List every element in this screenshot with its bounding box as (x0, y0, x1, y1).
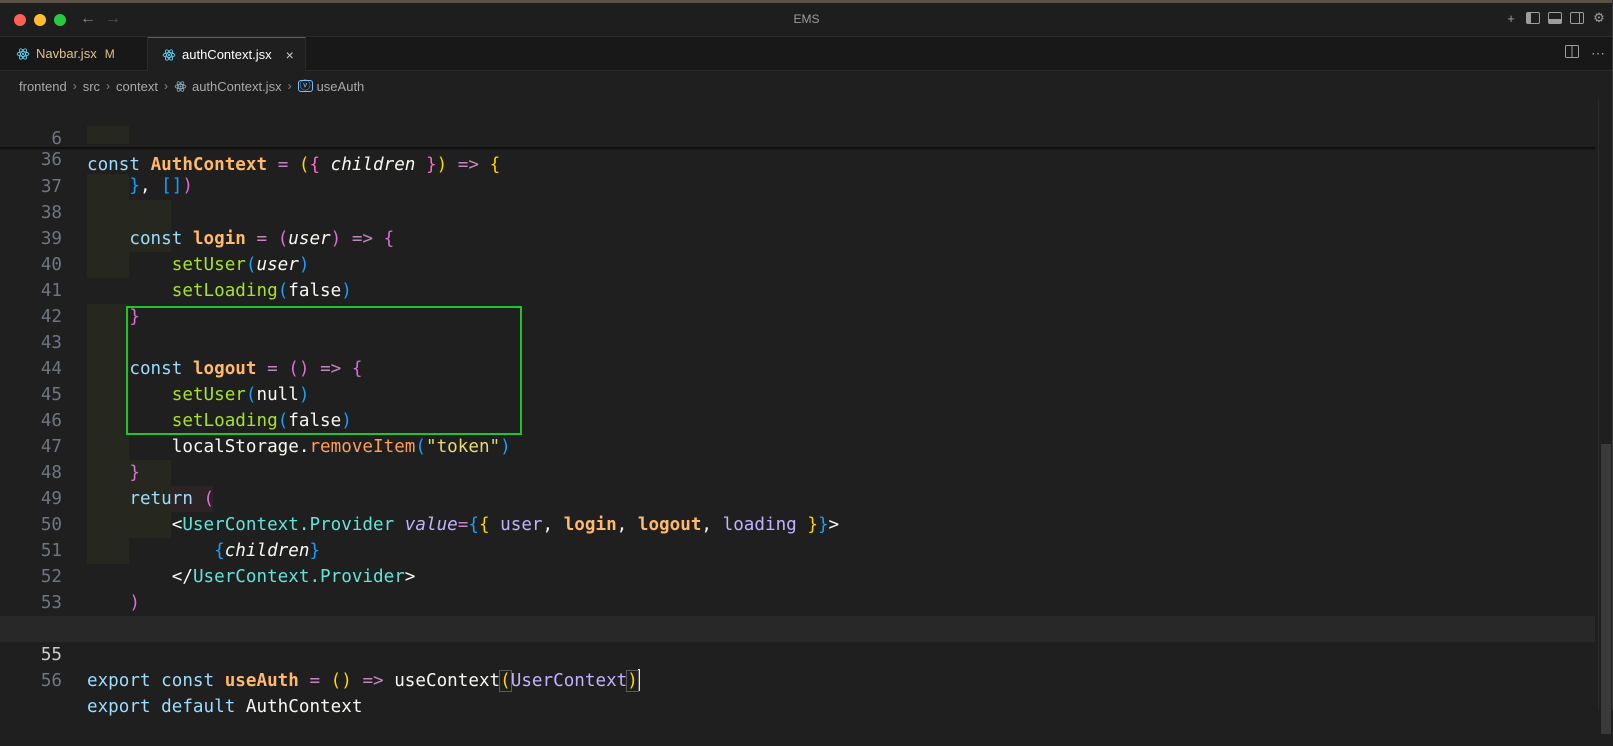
code-line: 48 return ( (0, 434, 1595, 509)
token: AuthContext (245, 697, 363, 717)
code-line: 50 {children} (0, 486, 1595, 561)
code-line-current: 55 export const useAuth = () => useConte… (0, 616, 1595, 692)
token: export (87, 697, 151, 717)
breadcrumb-item-src[interactable]: src (83, 79, 100, 94)
code-line: 53 } (0, 564, 1595, 639)
title-bar-actions: + ⚙ (1503, 10, 1607, 26)
code-line: 37 (0, 148, 1595, 197)
react-icon (162, 48, 176, 61)
tab-authcontext-jsx[interactable]: authContext.jsx × (148, 37, 306, 71)
breadcrumb-item-file[interactable]: authContext.jsx (192, 79, 282, 94)
highlight-annotation-box (126, 306, 522, 435)
token: useContext (394, 671, 501, 691)
gear-icon[interactable]: ⚙ (1591, 10, 1607, 26)
text-cursor (637, 668, 640, 691)
split-editor-icon[interactable] (1565, 45, 1579, 62)
vertical-scrollbar[interactable] (1598, 99, 1613, 734)
react-icon (174, 80, 187, 92)
tab-navbar-jsx[interactable]: Navbar.jsx M (0, 37, 148, 70)
chevron-right-icon: › (163, 79, 168, 93)
code-line: 56 export default AuthContext (0, 642, 1595, 717)
token: useAuth (224, 671, 299, 691)
token: UserContext (510, 671, 628, 691)
close-icon[interactable]: × (286, 47, 294, 63)
code-line: 42 (0, 278, 1595, 327)
editor-actions: ⋯ (1565, 45, 1605, 62)
breadcrumb-item-frontend[interactable]: frontend (19, 79, 67, 94)
code-line: 38 const login = (user) => { (0, 174, 1595, 249)
chevron-right-icon: › (106, 79, 111, 93)
toggle-secondary-sidebar-icon[interactable] (1569, 10, 1585, 26)
toggle-panel-icon[interactable] (1547, 10, 1563, 26)
toggle-primary-sidebar-icon[interactable] (1525, 10, 1541, 26)
code-line: 36 }, []) (0, 121, 1595, 196)
title-bar: ← → EMS + ⚙ (0, 3, 1613, 37)
chevron-right-icon: › (72, 79, 77, 93)
token: export (87, 671, 151, 691)
symbol-variable-icon: ⓥ (297, 80, 313, 92)
code-line: 49 <UserContext.Provider value={{ user, … (0, 460, 1595, 535)
more-actions-icon[interactable]: ⋯ (1591, 45, 1605, 62)
token: const (161, 671, 215, 691)
editor-tab-bar: Navbar.jsx M authContext.jsx × ⋯ (0, 37, 1613, 71)
code-editor[interactable]: 6 const AuthContext = ({ children }) => … (0, 99, 1613, 717)
react-icon (16, 47, 30, 60)
tab-label: authContext.jsx (182, 47, 272, 62)
chevron-right-icon: › (287, 79, 292, 93)
breadcrumb-item-symbol[interactable]: useAuth (317, 79, 365, 94)
window-title: EMS (793, 12, 820, 26)
code-line: 41 } (0, 252, 1595, 327)
modified-badge: M (104, 46, 115, 61)
code-line: 51 </UserContext.Provider> (0, 512, 1595, 587)
scrollbar-thumb[interactable] (1601, 444, 1611, 734)
code-line: 40 setLoading(false) (0, 226, 1595, 301)
line-number: 56 (40, 671, 62, 691)
code-line: 52 ) (0, 538, 1595, 613)
breadcrumb: frontend › src › context › authContext.j… (19, 76, 364, 96)
tab-label: Navbar.jsx (36, 46, 97, 61)
plus-icon[interactable]: + (1503, 10, 1519, 26)
breadcrumb-item-context[interactable]: context (116, 79, 158, 94)
token: default (161, 697, 236, 717)
code-line: 54 (0, 590, 1595, 639)
code-line: 39 setUser(user) (0, 200, 1595, 275)
